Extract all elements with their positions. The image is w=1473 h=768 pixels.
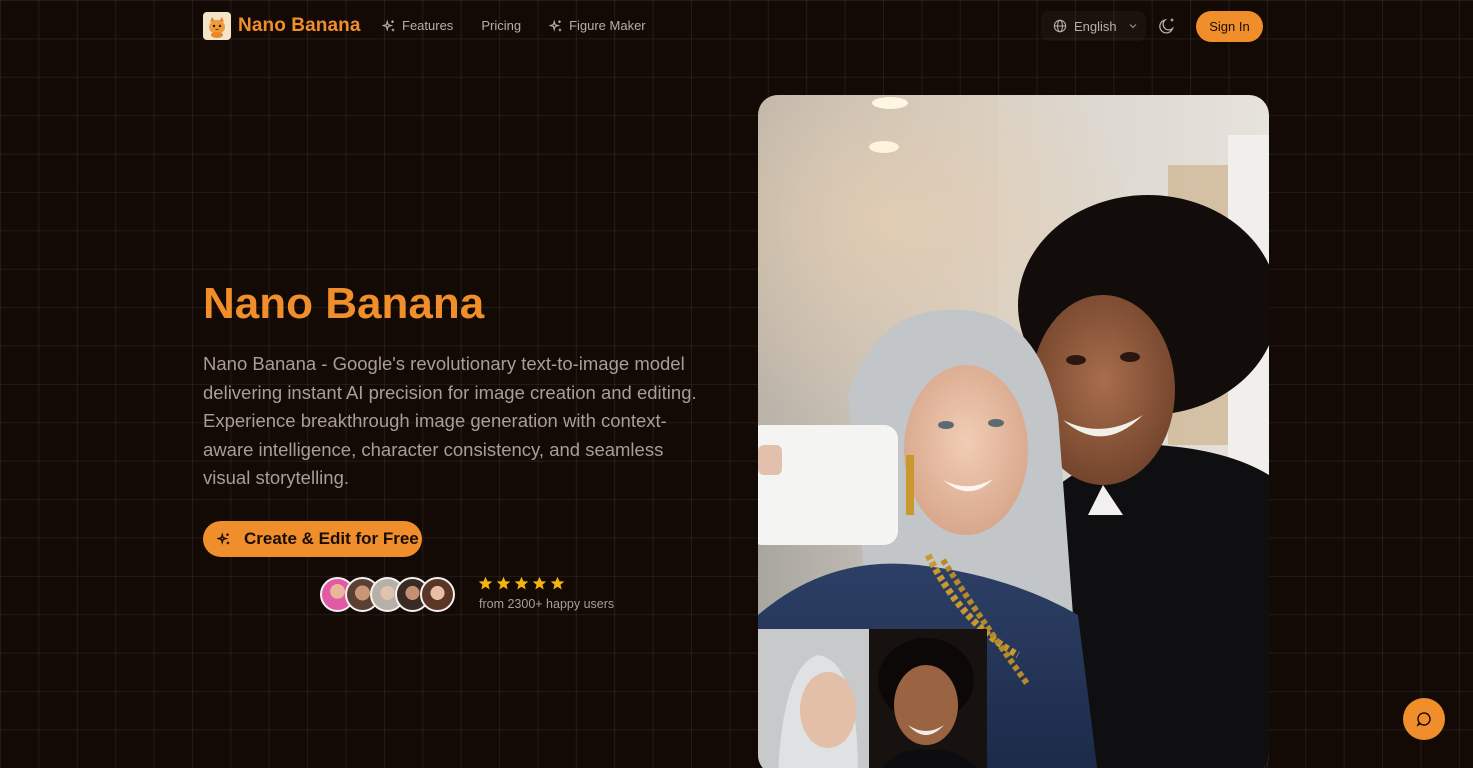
nav-pricing-label: Pricing — [481, 18, 522, 33]
create-edit-button[interactable]: Create & Edit for Free — [203, 521, 422, 557]
sign-in-button[interactable]: Sign In — [1196, 11, 1263, 42]
star-icon — [478, 576, 493, 590]
nav-figure-maker[interactable]: Figure Maker — [549, 18, 646, 33]
nav-figure-maker-label: Figure Maker — [569, 18, 646, 33]
star-icon — [514, 576, 529, 590]
cat-logo-icon — [203, 12, 231, 40]
chat-button[interactable] — [1403, 698, 1445, 740]
brand-logo[interactable]: Nano Banana — [203, 12, 361, 40]
language-select[interactable]: English — [1041, 11, 1146, 41]
nav-pricing[interactable]: Pricing — [481, 18, 521, 33]
rating-stars — [478, 576, 565, 591]
sparkles-icon — [217, 532, 230, 545]
site-header: Nano Banana Features Pricing Figure Make… — [0, 0, 1473, 52]
hero-description: Nano Banana - Google's revolutionary tex… — [203, 353, 697, 489]
sparkles-icon — [549, 19, 562, 32]
moon-icon — [1159, 18, 1174, 34]
hero-title: Nano Banana — [203, 279, 485, 328]
user-avatars — [320, 577, 455, 612]
language-label: English — [1074, 18, 1117, 34]
star-icon — [532, 576, 547, 590]
star-icon — [550, 576, 565, 590]
main-nav: Features Pricing Figure Maker — [382, 18, 646, 33]
rating-text: from 2300+ happy users — [479, 597, 615, 611]
avatar — [420, 577, 455, 612]
globe-icon — [1053, 19, 1067, 33]
create-edit-label: Create & Edit for Free — [244, 529, 419, 548]
star-icon — [496, 576, 511, 590]
nav-features-label: Features — [402, 18, 454, 33]
theme-toggle-button[interactable] — [1157, 16, 1177, 36]
chevron-down-icon — [1129, 24, 1137, 29]
chat-bubble-icon — [1416, 712, 1431, 727]
brand-name: Nano Banana — [238, 15, 361, 36]
hero-image — [758, 95, 1269, 768]
sparkles-icon — [382, 19, 395, 32]
nav-features[interactable]: Features — [382, 18, 453, 33]
